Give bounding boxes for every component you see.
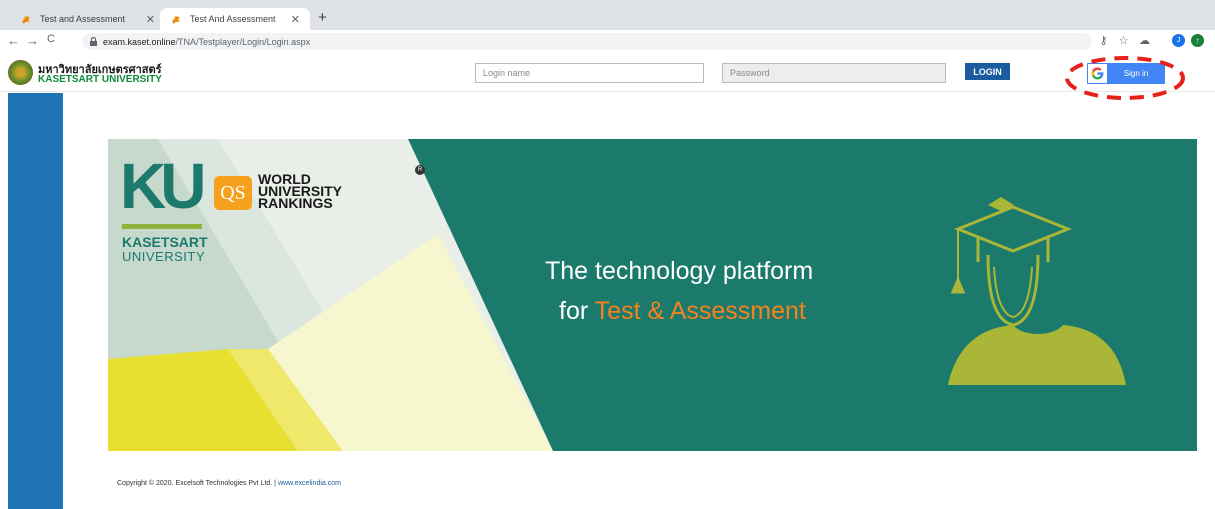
ku-divider — [122, 224, 202, 229]
ku-logo-letters: KU — [120, 150, 206, 222]
rankings-line3: RANKINGS — [258, 195, 333, 211]
excelindia-link[interactable]: www.excelindia.com — [278, 480, 341, 487]
registered-mark-icon: R — [415, 165, 425, 175]
login-name-input[interactable]: Login name — [475, 63, 704, 83]
left-sidebar-stripe — [8, 93, 63, 509]
site-favicon-icon — [170, 13, 182, 25]
cloud-icon[interactable]: ☁ — [1138, 34, 1151, 47]
banner-headline-line1: The technology platform — [545, 257, 814, 285]
password-input[interactable]: Password — [722, 63, 946, 83]
hero-banner: KU KASETSART UNIVERSITY QS WORLD UNIVERS… — [108, 139, 1197, 451]
world-university-rankings-logo: WORLD UNIVERSITY RANKINGS — [258, 172, 342, 211]
university-name-english: KASETSART UNIVERSITY — [38, 74, 162, 85]
headline-highlight: Test & Assessment — [594, 297, 806, 325]
copyright-notice: Copyright © 2020. Excelsoft Technologies… — [117, 480, 278, 487]
new-tab-button[interactable]: + — [318, 9, 327, 26]
qs-logo-icon: QS — [214, 176, 252, 210]
browser-tab[interactable]: Test and Assessment ✕ — [10, 8, 165, 30]
banner-headline-line2: for Test & Assessment — [559, 297, 806, 326]
back-arrow-icon[interactable]: ← — [7, 33, 20, 48]
ku-name-line2: UNIVERSITY — [122, 249, 206, 264]
url-host: exam.kaset.online — [103, 36, 176, 47]
profile-icon[interactable]: J — [1172, 34, 1185, 47]
university-logo-icon — [8, 60, 33, 85]
browser-tab-bar: Test and Assessment ✕ Test And Assessmen… — [0, 0, 1215, 30]
login-button[interactable]: LOGIN — [965, 63, 1010, 80]
headline-prefix: for — [559, 297, 595, 325]
update-icon[interactable]: ↑ — [1191, 34, 1204, 47]
reload-icon[interactable]: C — [47, 33, 55, 45]
url-field[interactable]: exam.kaset.online/TNA/Testplayer/Login/L… — [82, 33, 1092, 50]
tab-label: Test And Assessment — [190, 14, 276, 24]
url-path: /TNA/Testplayer/Login/Login.aspx — [175, 36, 311, 47]
copyright-text: Copyright © 2020. Excelsoft Technologies… — [117, 480, 341, 487]
site-favicon-icon — [20, 13, 32, 25]
lock-icon — [90, 37, 97, 46]
browser-tab-active[interactable]: Test And Assessment ✕ — [160, 8, 310, 30]
address-bar-row: ← → C exam.kaset.online/TNA/Testplayer/L… — [0, 30, 1215, 52]
close-tab-icon[interactable]: ✕ — [146, 13, 155, 26]
key-icon[interactable]: ⚷ — [1097, 34, 1110, 47]
tab-label: Test and Assessment — [40, 14, 126, 24]
star-icon[interactable]: ☆ — [1117, 34, 1130, 47]
ku-name-line1: KASETSART — [122, 234, 208, 250]
site-header: มหาวิทยาลัยเกษตรศาสตร์ KASETSART UNIVERS… — [0, 52, 1215, 92]
forward-arrow-icon[interactable]: → — [26, 33, 39, 48]
annotation-dashed-circle — [1065, 56, 1185, 100]
close-tab-icon[interactable]: ✕ — [291, 13, 300, 26]
